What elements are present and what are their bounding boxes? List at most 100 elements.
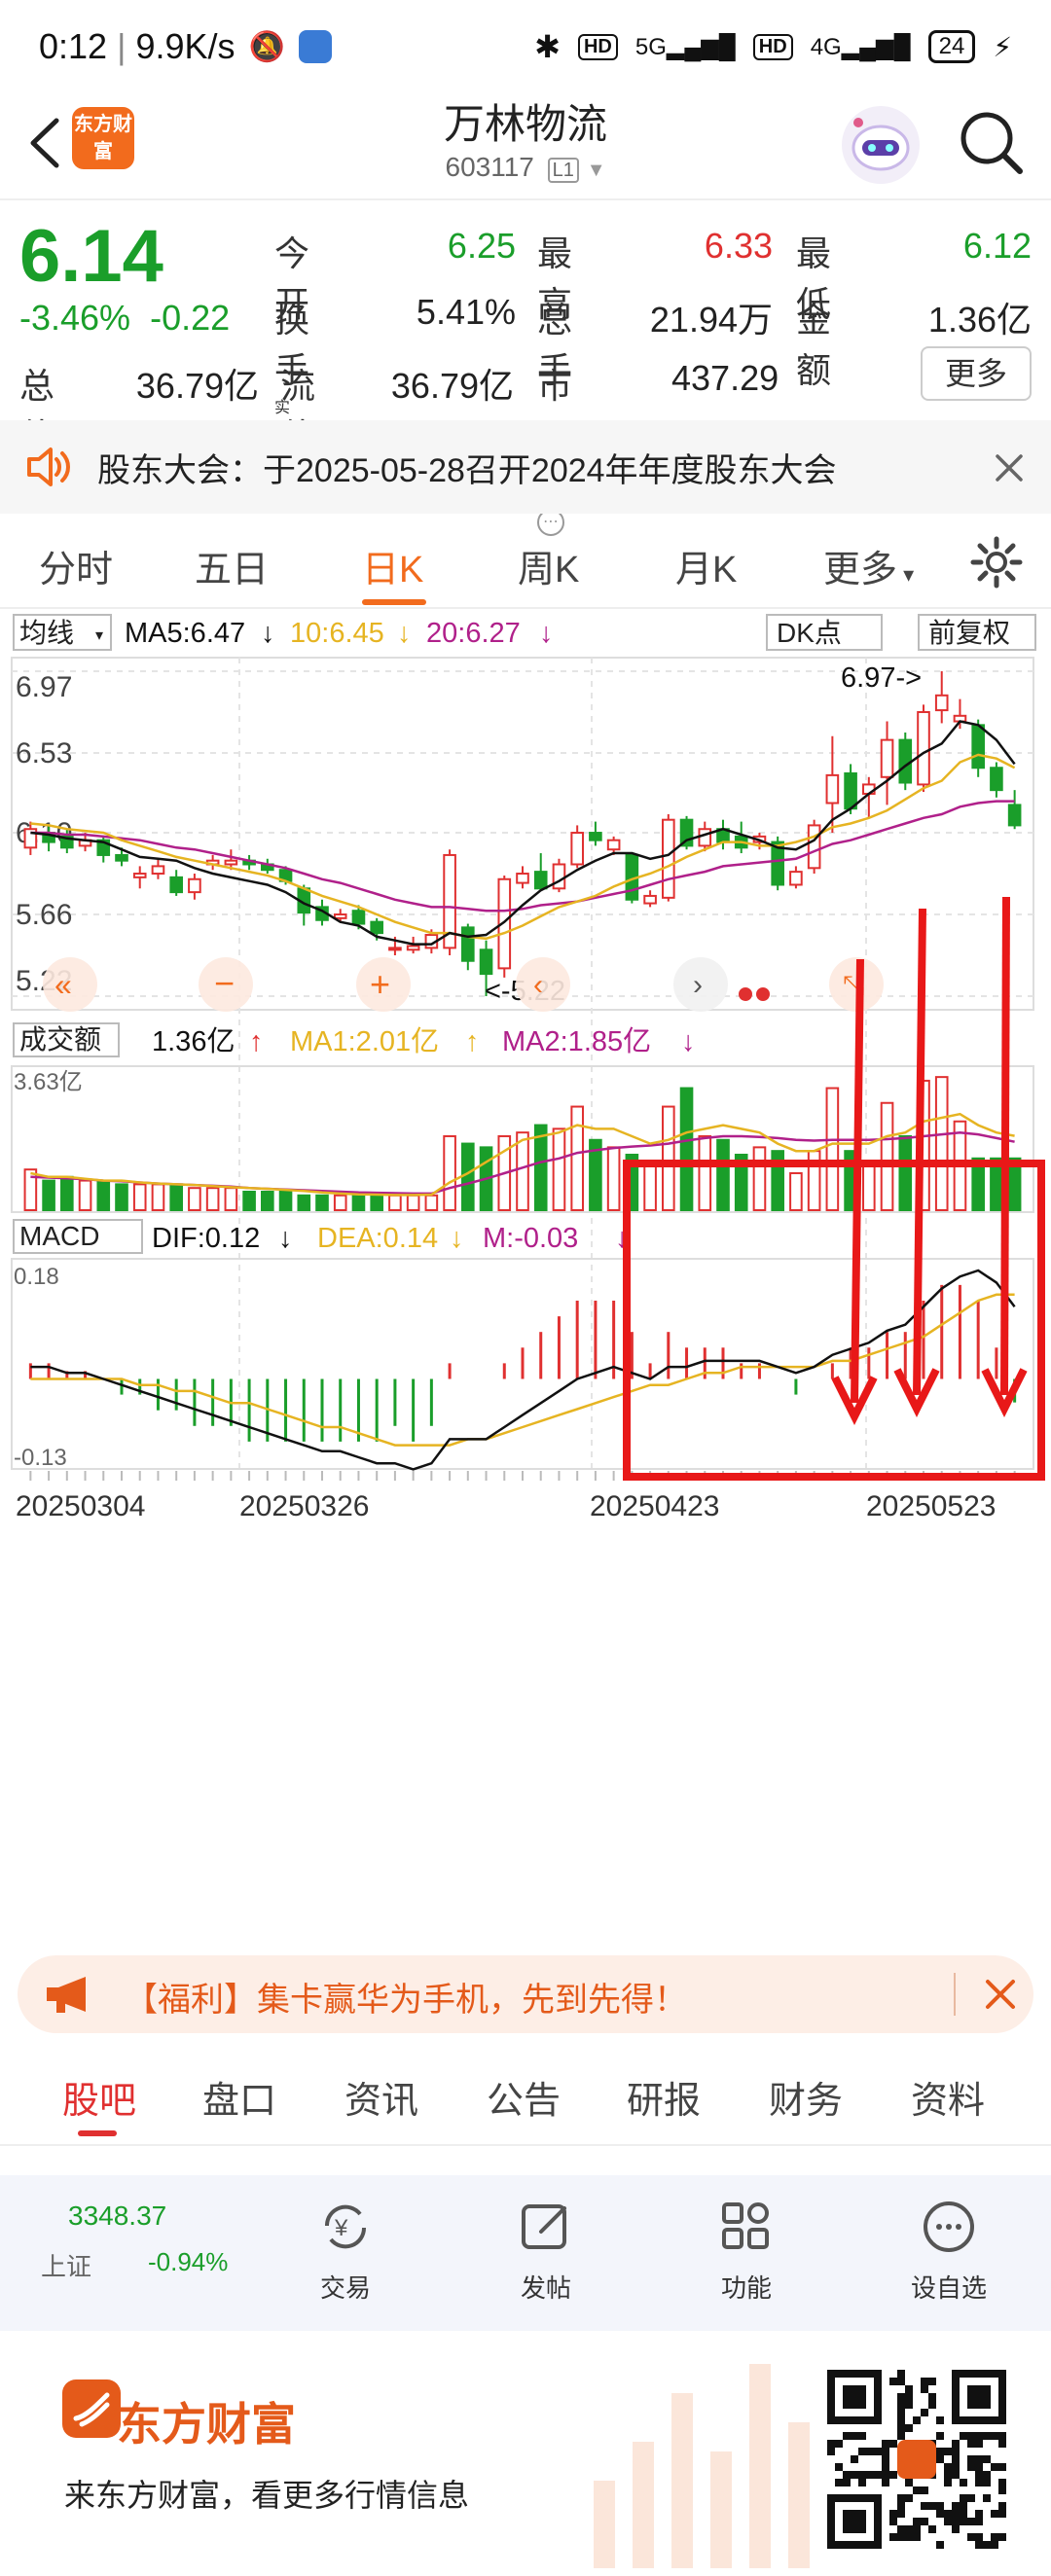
- qr-module: [889, 2471, 897, 2479]
- tab-monthly-k[interactable]: 月K: [675, 539, 737, 592]
- tab-intraday[interactable]: 分时: [39, 539, 113, 592]
- tab-news[interactable]: 资讯: [344, 2070, 418, 2124]
- volume-bar-up: [643, 1164, 657, 1212]
- vol-ma2-arrow-icon: ↓: [681, 1026, 696, 1057]
- macd-bottom-tick: -0.13: [14, 1445, 67, 1471]
- tab-profile[interactable]: 资料: [911, 2070, 985, 2124]
- qr-module: [897, 2393, 905, 2401]
- close-icon[interactable]: [985, 1979, 1016, 2010]
- qr-module: [921, 2518, 928, 2525]
- add-watchlist-button[interactable]: 设自选: [876, 2175, 1022, 2331]
- index-label: 上证: [41, 2252, 92, 2281]
- ma10-legend: 10:6.45: [290, 618, 384, 649]
- open-value: 6.25: [447, 226, 516, 266]
- trade-button[interactable]: ¥ 交易: [272, 2175, 418, 2331]
- eastmoney-logo-icon: [62, 2379, 121, 2438]
- tab-weekly-k[interactable]: 周K: [518, 539, 579, 592]
- functions-button[interactable]: 功能: [673, 2175, 819, 2331]
- active-tab-indicator: [362, 599, 426, 605]
- battery-icon: 24: [927, 30, 976, 63]
- volume-bar-up: [570, 1105, 584, 1211]
- pan-left-button[interactable]: [516, 957, 570, 1012]
- qr-module: [897, 2533, 905, 2541]
- candle-down: [115, 853, 128, 862]
- qr-module: [960, 2479, 967, 2487]
- volume-bar-up: [662, 1105, 675, 1211]
- qr-module: [897, 2416, 905, 2424]
- settings-gear-icon[interactable]: [969, 535, 1024, 590]
- chart-controls: « − + ‹ › ⤡: [43, 957, 884, 1012]
- candle-down: [589, 832, 602, 841]
- qr-module: [998, 2463, 1006, 2471]
- tab-daily-k[interactable]: 日K: [362, 539, 423, 592]
- tab-financials[interactable]: 财务: [769, 2070, 843, 2124]
- volume-bar-up: [78, 1179, 92, 1212]
- qr-module: [967, 2455, 975, 2463]
- qr-finder: [843, 2510, 866, 2533]
- svg-text:¥: ¥: [334, 2215, 348, 2241]
- qr-module: [967, 2518, 975, 2525]
- vol-title: 成交额: [19, 1024, 101, 1055]
- page-dot-icon: [739, 987, 752, 1001]
- dk-label: DK点: [777, 618, 842, 648]
- promo-banner[interactable]: 【福利】集卡赢华为手机，先到先得！: [18, 1955, 1033, 2033]
- low-value: 6.12: [962, 226, 1032, 266]
- candle-down: [990, 767, 1003, 792]
- candle-up: [917, 710, 930, 786]
- tab-more[interactable]: 更多 ▾: [823, 539, 914, 592]
- price-change: -3.46% -0.22: [19, 298, 230, 339]
- kline-chart[interactable]: 均线 ▾ MA5:6.47 ↓ 10:6.45 ↓ 20:6.27 ↓ DK点 …: [0, 609, 1051, 1913]
- qr-module: [983, 2471, 991, 2479]
- qr-module: [991, 2432, 998, 2440]
- candle-up: [516, 873, 529, 884]
- candle-up: [151, 865, 165, 876]
- qr-module: [936, 2502, 944, 2510]
- candle-down: [370, 920, 383, 935]
- search-icon[interactable]: [954, 105, 1028, 179]
- qr-module: [889, 2440, 897, 2448]
- qr-module: [843, 2479, 851, 2487]
- tab-order-book[interactable]: 盘口: [202, 2070, 276, 2124]
- battery-level: 24: [938, 33, 965, 59]
- qr-module: [952, 2448, 960, 2455]
- high-value: 6.33: [704, 226, 773, 266]
- tab-five-day[interactable]: 五日: [195, 539, 269, 592]
- close-icon[interactable]: [995, 453, 1024, 483]
- volume-value: 21.94万: [649, 300, 773, 340]
- tab-announcements[interactable]: 公告: [487, 2070, 561, 2124]
- add-watchlist-label: 设自选: [910, 2273, 987, 2303]
- more-button[interactable]: 更多: [921, 346, 1032, 401]
- m-legend: M:-0.03: [483, 1223, 578, 1254]
- qr-module: [936, 2432, 944, 2440]
- candle-up: [789, 871, 803, 886]
- dea-arrow-icon: ↓: [450, 1223, 464, 1254]
- candle-up: [643, 894, 657, 905]
- qr-logo: [897, 2440, 936, 2479]
- notice-banner[interactable]: 股东大会：于2025-05-28召开2024年年度股东大会: [0, 420, 1051, 514]
- notice-text: 股东大会：于2025-05-28召开2024年年度股东大会: [97, 452, 837, 489]
- tab-research[interactable]: 研报: [627, 2070, 701, 2124]
- qr-module: [921, 2487, 928, 2494]
- price-tick-label: 5.66: [16, 899, 72, 931]
- pe-value: 437.29: [671, 358, 779, 398]
- tab-forum[interactable]: 股吧: [62, 2070, 136, 2124]
- qr-module: [983, 2455, 991, 2463]
- candle-up: [606, 839, 621, 851]
- volume-bar-down: [315, 1194, 329, 1212]
- assistant-robot-icon[interactable]: [839, 103, 923, 187]
- candle-up: [570, 832, 584, 866]
- qr-module: [874, 2471, 882, 2479]
- stock-code: 603117: [445, 152, 534, 182]
- qr-module: [905, 2494, 913, 2502]
- qr-code[interactable]: [827, 2370, 1006, 2549]
- caret-icon: ▾: [897, 562, 915, 587]
- qr-module: [936, 2510, 944, 2518]
- qr-module: [960, 2518, 967, 2525]
- volume-bar-down: [461, 1142, 475, 1211]
- qr-module: [882, 2479, 889, 2487]
- tab-more-label: 更多: [823, 550, 898, 590]
- dea-legend: DEA:0.14: [317, 1223, 438, 1254]
- qr-module: [882, 2455, 889, 2463]
- post-button[interactable]: 发帖: [473, 2175, 619, 2331]
- compose-icon: [522, 2204, 566, 2249]
